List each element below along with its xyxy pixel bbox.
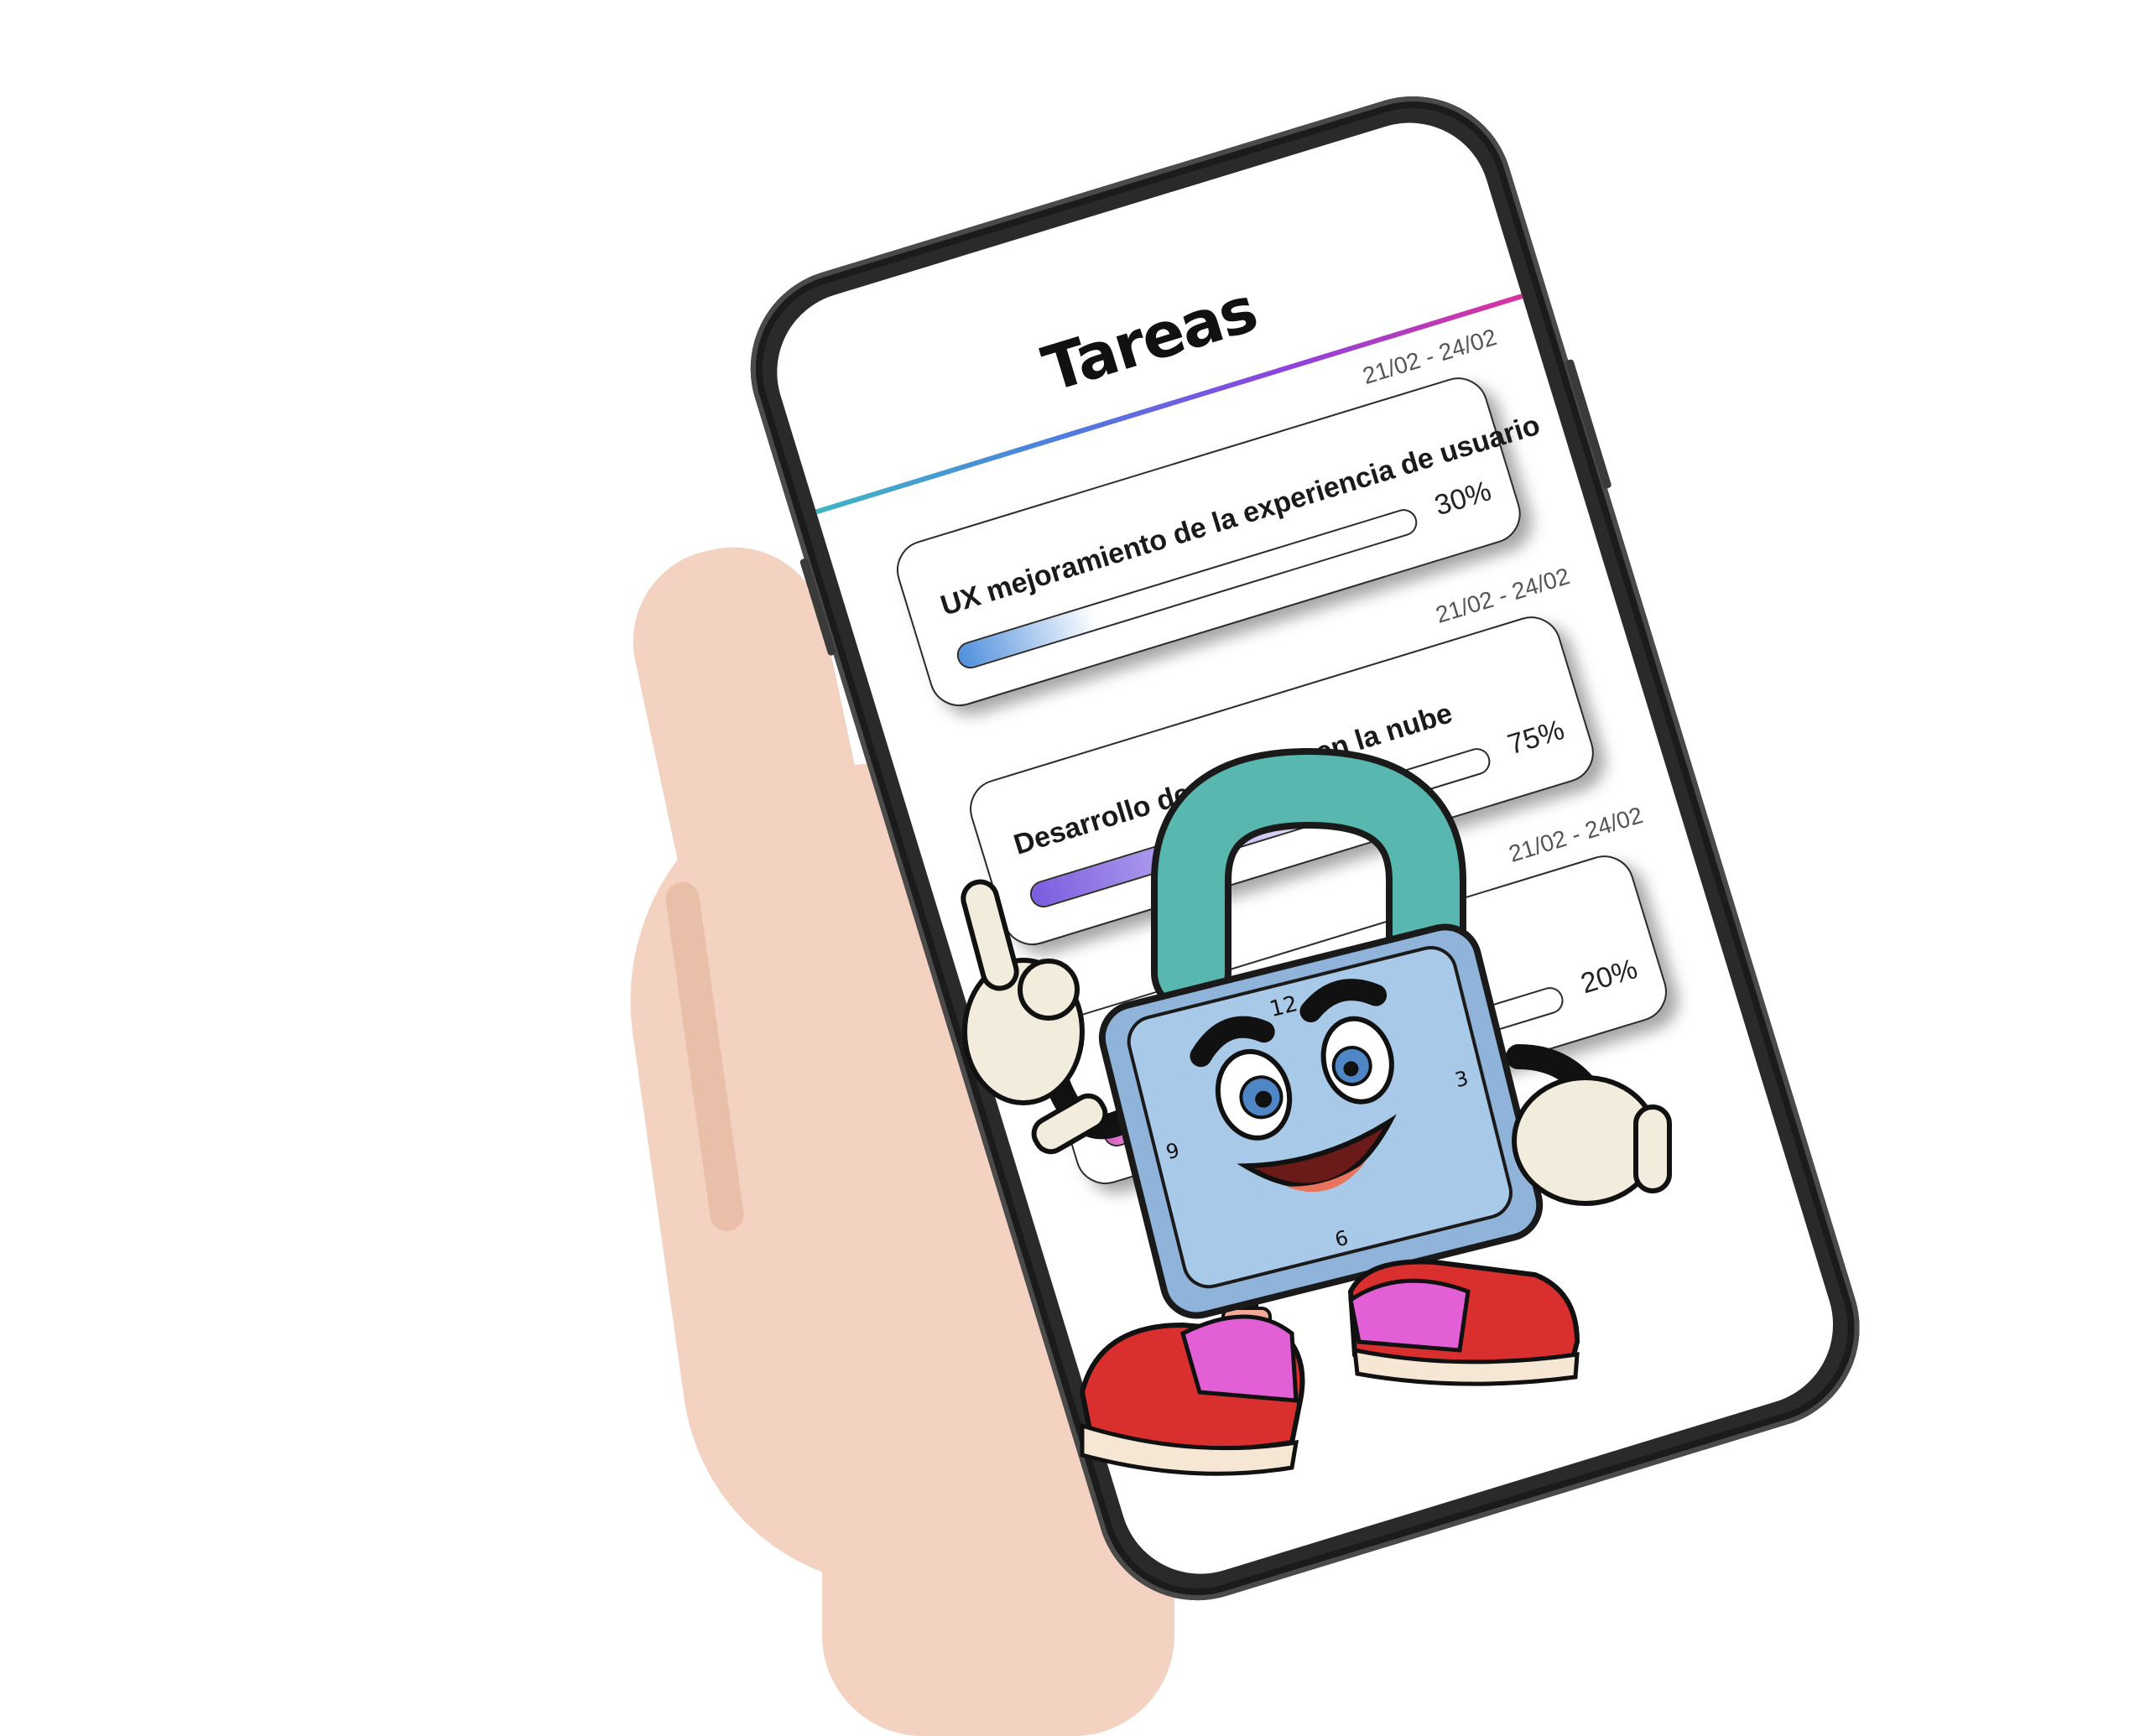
task-date: 21/02 - 24/02	[1359, 324, 1500, 389]
task-percent: 30%	[1430, 475, 1495, 522]
padlock-mascot-illustration: 12 3 6 9	[961, 747, 1672, 1476]
task-date: 21/02 - 24/02	[1432, 563, 1573, 628]
mascot-left-shoe	[1079, 1314, 1305, 1476]
mascot-right-shoe	[1347, 1259, 1580, 1386]
padlock-mascot: 12 3 6 9	[914, 747, 1703, 1510]
scene: Tareas 21/02 - 24/02 UX mejoramiento de …	[0, 0, 2140, 1736]
mascot-right-glove	[1512, 1075, 1672, 1206]
mascot-left-glove	[961, 879, 1108, 1155]
task-progress-fill	[955, 605, 1100, 670]
